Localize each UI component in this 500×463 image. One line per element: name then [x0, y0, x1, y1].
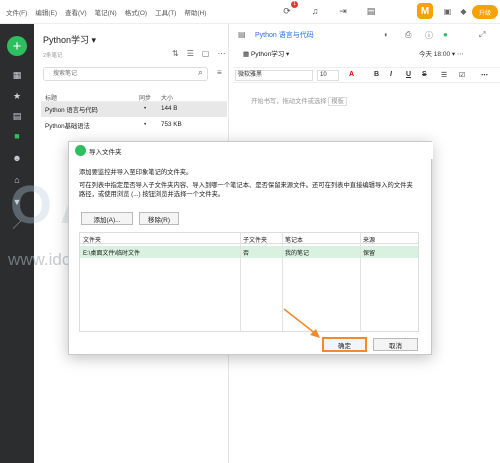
- sync-icon[interactable]: ⟳ 1: [280, 1, 298, 18]
- print-icon[interactable]: ⎙: [405, 30, 411, 40]
- table-row[interactable]: E:\桌面文件\临时文件 否 我的笔记 保留: [80, 246, 418, 258]
- note-icon[interactable]: ▤: [11, 110, 23, 122]
- list-icon[interactable]: ☰: [187, 49, 194, 58]
- more-icon[interactable]: ⋯: [217, 49, 225, 58]
- ok-button[interactable]: 确定: [322, 337, 367, 352]
- menu-format[interactable]: 格式(O): [125, 7, 147, 17]
- font-size-select[interactable]: 10: [317, 70, 339, 81]
- row-title: Python 语言与代码: [45, 107, 98, 114]
- menu-tools[interactable]: 工具(T): [155, 7, 176, 17]
- source-value[interactable]: 保留: [363, 248, 375, 257]
- row-size: 144 B: [161, 105, 178, 112]
- folder-path[interactable]: E:\桌面文件\临时文件: [83, 248, 140, 257]
- more-format-icon[interactable]: ⋯: [481, 71, 488, 79]
- search-input[interactable]: [43, 67, 208, 81]
- subfolder-value[interactable]: 否: [243, 248, 249, 257]
- star-icon[interactable]: ★: [11, 90, 23, 102]
- table-row[interactable]: Python基础语法 • 753 KB: [41, 118, 227, 133]
- annotation-arrow-icon: [283, 308, 320, 338]
- menu-edit[interactable]: 编辑(E): [35, 7, 57, 17]
- checklist-icon[interactable]: ☑: [459, 71, 465, 79]
- col-size[interactable]: 大小: [161, 93, 173, 102]
- col-sync[interactable]: 同步: [139, 93, 151, 102]
- note-title[interactable]: Python 语言与代码: [255, 30, 314, 40]
- info-icon[interactable]: ⓘ: [425, 30, 433, 41]
- list-icon[interactable]: ☰: [441, 71, 447, 79]
- notebook-select[interactable]: ▦ Python学习 ▾: [243, 48, 289, 58]
- top-tools: ⟳ 1 ♫ ⇥ ▤: [280, 1, 378, 18]
- avatar[interactable]: M: [417, 3, 433, 19]
- menu-file[interactable]: 文件(F): [6, 7, 27, 17]
- new-note-button[interactable]: +: [7, 36, 27, 56]
- dialog-title: 导入文件夹: [89, 149, 122, 156]
- dialog-titlebar: 导入文件夹: [69, 142, 433, 159]
- menu-note[interactable]: 笔记(N): [95, 7, 117, 17]
- user-icon[interactable]: ●: [443, 30, 448, 39]
- row-title: Python基础语法: [45, 123, 90, 130]
- list-view-icons: ⇅ ☰ ▢ ⋯: [172, 49, 225, 58]
- font-select[interactable]: 微软雅黑: [235, 70, 313, 81]
- remove-folder-button[interactable]: 移除(R): [139, 212, 179, 225]
- row-sync: •: [144, 121, 147, 128]
- col-subfolder: 子文件夹: [243, 238, 268, 244]
- col-title[interactable]: 标题: [45, 93, 57, 102]
- upgrade-button[interactable]: 升级: [472, 5, 498, 19]
- expand-icon[interactable]: ⤢: [479, 30, 485, 40]
- col-source: 来源: [363, 238, 376, 244]
- bell-icon[interactable]: ♫: [308, 4, 322, 18]
- column-divider: [240, 233, 241, 331]
- box-icon[interactable]: ▣: [442, 6, 453, 17]
- search-icon[interactable]: ⌕: [198, 67, 203, 78]
- cancel-button[interactable]: 取消: [373, 338, 418, 351]
- left-rail: + ▦ ★ ▤ ■ ☻ ⌂ ▼ ／: [0, 24, 34, 463]
- table-row[interactable]: Python 语言与代码 • 144 B: [41, 102, 227, 117]
- menu-view[interactable]: 查看(V): [65, 7, 87, 17]
- note-icon: ▤: [238, 30, 246, 39]
- row-size: 753 KB: [161, 121, 182, 128]
- chat-icon[interactable]: ▤: [364, 4, 378, 18]
- column-divider: [360, 233, 361, 331]
- notebook-icon[interactable]: ■: [11, 130, 23, 142]
- col-notebook: 笔记本: [285, 238, 304, 244]
- share-icon[interactable]: ⇥: [336, 4, 350, 18]
- italic-button[interactable]: I: [390, 71, 392, 78]
- col-folder: 文件夹: [83, 238, 102, 244]
- folder-table-header: 文件夹 子文件夹 笔记本 来源: [80, 233, 418, 244]
- notification-badge: 1: [291, 1, 298, 8]
- underline-button[interactable]: U: [406, 71, 411, 78]
- main-menu: 文件(F) 编辑(E) 查看(V) 笔记(N) 格式(O) 工具(T) 帮助(H…: [0, 7, 206, 17]
- evernote-icon: [75, 145, 86, 156]
- import-folder-dialog: 导入文件夹 添加要监控并导入至印象笔记的文件夹。 可在列表中指定是否导入子文件夹…: [68, 141, 433, 355]
- lock-icon[interactable]: ▢: [202, 49, 210, 58]
- notebook-title[interactable]: Python学习 ▾: [43, 33, 96, 46]
- format-toolbar: 微软雅黑 10 A B I U S ☰ ☑ ⋯: [233, 67, 500, 83]
- dialog-help-text: 可在列表中指定是否导入子文件夹内容、导入到哪一个笔记本、是否保留来源文件。还可在…: [79, 182, 413, 198]
- dialog-description: 添加要监控并导入至印象笔记的文件夹。: [79, 169, 193, 176]
- note-table-header: 标题 同步 大小: [41, 90, 227, 102]
- filter-icon[interactable]: ≡: [217, 68, 222, 77]
- gift-icon[interactable]: ◆: [458, 6, 469, 17]
- menu-help[interactable]: 帮助(H): [184, 7, 206, 17]
- menu-bar: 文件(F) 编辑(E) 查看(V) 笔记(N) 格式(O) 工具(T) 帮助(H…: [0, 0, 500, 24]
- strike-button[interactable]: S: [422, 71, 427, 78]
- sort-icon[interactable]: ⇅: [172, 49, 179, 58]
- template-button[interactable]: 模板: [328, 97, 347, 106]
- note-count: 2条笔记: [43, 53, 63, 59]
- folder-table: 文件夹 子文件夹 笔记本 来源 E:\桌面文件\临时文件 否 我的笔记 保留: [79, 232, 419, 332]
- reminder[interactable]: 今天 18:00 ▾ ⋯: [419, 48, 463, 58]
- notebook-value[interactable]: 我的笔记: [285, 248, 309, 257]
- editor-hint: 开始书写，拖动文件或选择 模板: [251, 96, 347, 106]
- add-folder-button[interactable]: 添加(A)...: [81, 212, 133, 225]
- font-color-button[interactable]: A: [349, 71, 354, 78]
- row-sync: •: [144, 105, 147, 112]
- share-icon[interactable]: ◐: [384, 30, 389, 39]
- grid-icon[interactable]: ▦: [11, 69, 23, 81]
- bold-button[interactable]: B: [374, 71, 379, 78]
